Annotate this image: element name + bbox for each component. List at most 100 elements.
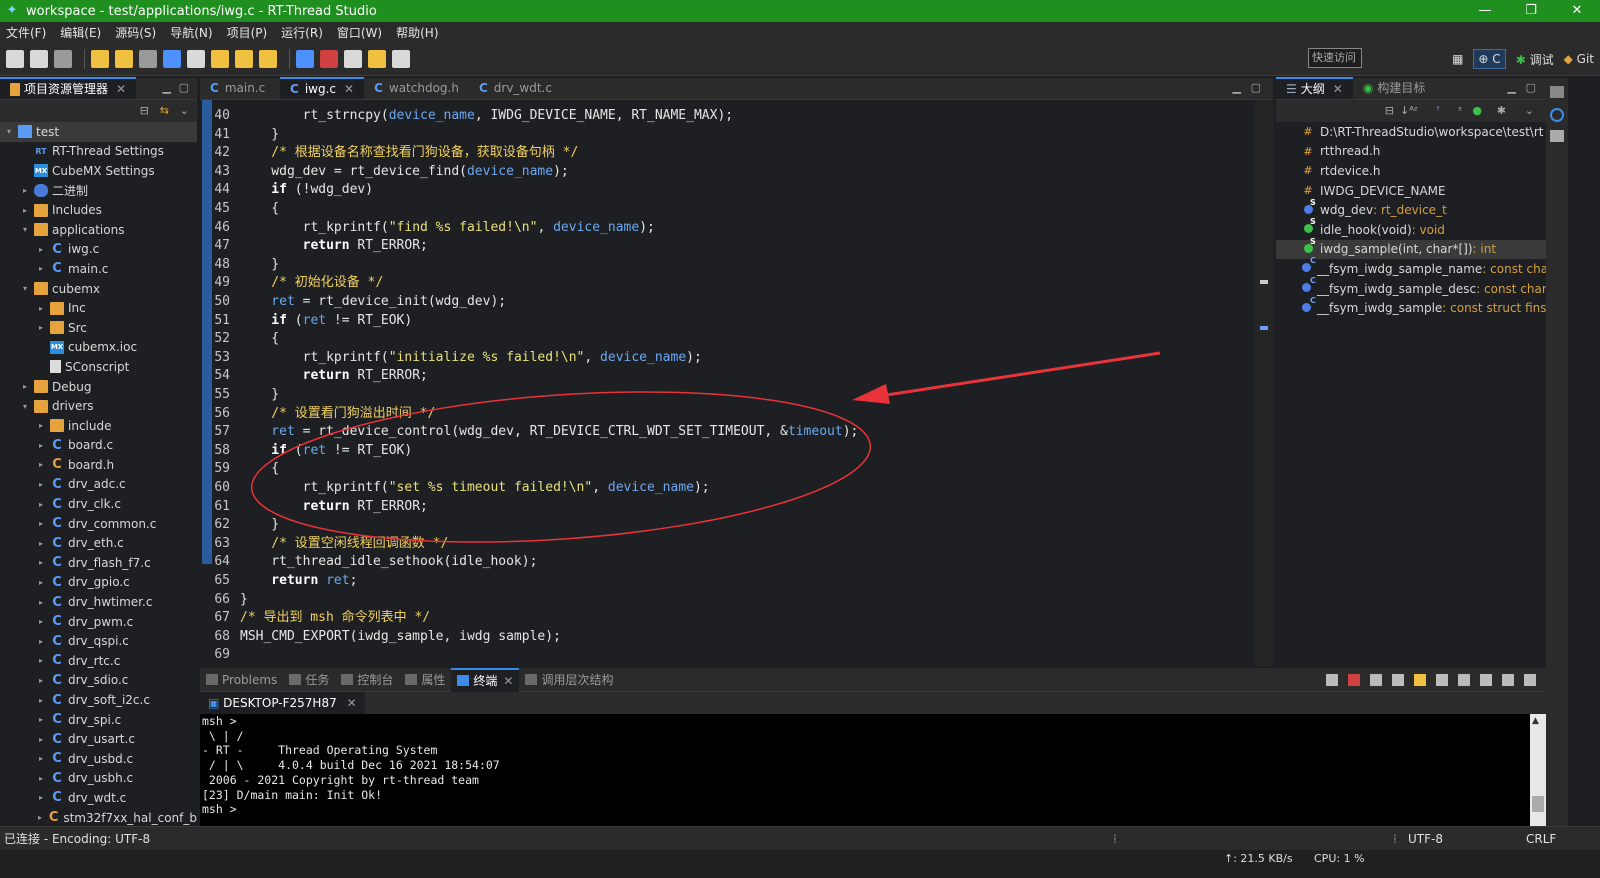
menu-item[interactable]: 文件(F) [6,24,46,41]
expanded-arrow-icon[interactable]: ▾ [20,402,30,411]
tree-item[interactable]: ▸ Cdrv_rtc.c [0,651,197,671]
collapsed-arrow-icon[interactable]: ▸ [36,539,46,548]
build-icon[interactable] [91,49,109,68]
close-icon[interactable]: ✕ [344,78,354,100]
menu-item[interactable]: 帮助(H) [396,24,438,41]
paste-icon[interactable] [1458,673,1470,686]
tree-item[interactable]: ▸ 二进制 [0,181,197,201]
collapsed-arrow-icon[interactable]: ▸ [36,793,46,802]
tree-item[interactable]: ▾ test [0,122,197,142]
close-icon[interactable]: ✕ [503,674,513,688]
menu-item[interactable]: 窗口(W) [337,24,382,41]
tree-item[interactable]: ▸ Cboard.h [0,455,197,475]
minimize-icon[interactable]: ▁ [1233,81,1241,94]
tree-item[interactable]: ▸ Cdrv_clk.c [0,494,197,514]
collapsed-arrow-icon[interactable]: ▸ [36,421,46,430]
terminal-session-tab[interactable]: ▣ DESKTOP-F257H87 ✕ [200,692,365,714]
tree-item[interactable]: ▸ Cdrv_qspi.c [0,631,197,651]
tree-item[interactable]: ▸ Cstm32f7xx_hal_conf_b [0,808,197,826]
tree-item[interactable]: ▸ Cdrv_gpio.c [0,573,197,593]
maximize-icon[interactable]: ▢ [1251,81,1261,94]
tree-item[interactable]: ▸ Ciwg.c [0,240,197,260]
collapsed-arrow-icon[interactable]: ▸ [20,186,30,195]
save-all-icon[interactable] [54,49,72,68]
help-icon[interactable] [1550,108,1564,122]
filter-icon[interactable]: ✱ [1497,104,1506,117]
close-icon[interactable]: ✕ [341,696,357,710]
collapsed-arrow-icon[interactable]: ▸ [20,382,30,391]
maximize-icon[interactable]: ▢ [1526,81,1536,94]
perspective-c[interactable]: ⊕ C [1473,49,1506,69]
collapsed-arrow-icon[interactable]: ▸ [36,598,46,607]
tree-item[interactable]: ▸ Cdrv_common.c [0,514,197,534]
settings-icon[interactable] [187,49,205,68]
terminal-output[interactable]: msh > \ | / - RT - Thread Operating Syst… [200,714,1530,826]
download-icon[interactable] [211,49,229,68]
tree-item[interactable]: SConscript [0,357,197,377]
clear-icon[interactable] [1392,673,1404,686]
bottom-tab[interactable]: 控制台 [335,668,399,692]
bottom-tab[interactable]: Problems [200,668,283,692]
editor-tab[interactable]: Cdrv_wdt.c [469,77,562,99]
view-icon[interactable] [1550,130,1564,142]
minimize-icon[interactable] [1502,673,1514,686]
forward-icon[interactable] [392,49,410,68]
view-menu-icon[interactable]: ⌄ [180,104,189,117]
tree-item[interactable]: RT RT-Thread Settings [0,142,197,162]
tree-item[interactable]: ▸ Cdrv_flash_f7.c [0,553,197,573]
outline-item[interactable]: # rtthread.h [1276,142,1546,162]
collapsed-arrow-icon[interactable]: ▸ [36,617,46,626]
tree-item[interactable]: MX CubeMX Settings [0,161,197,181]
code-area[interactable]: 40 rt_strncpy(device_name, IWDG_DEVICE_N… [200,100,1255,666]
maximize-icon[interactable]: ❐ [1508,0,1554,22]
collapsed-arrow-icon[interactable]: ▸ [36,774,46,783]
collapsed-arrow-icon[interactable]: ▸ [36,578,46,587]
new-icon[interactable] [6,49,24,68]
outline-item[interactable]: C __fsym_iwdg_sample_name : const cha [1276,256,1546,279]
minimize-icon[interactable]: ▁ [1508,81,1516,94]
hide-nonpublic-icon[interactable]: ● [1472,104,1482,117]
expanded-arrow-icon[interactable]: ▾ [20,284,30,293]
tree-item[interactable]: ▸ Inc [0,298,197,318]
sort-az-icon[interactable]: ↓ᴬᶻ [1400,104,1418,117]
collapsed-arrow-icon[interactable]: ▸ [36,676,46,685]
collapsed-arrow-icon[interactable]: ▸ [20,206,30,215]
line-ending[interactable]: CRLF [1526,832,1556,846]
bottom-tab[interactable]: 任务 [283,668,335,692]
tree-item[interactable]: ▾ applications [0,220,197,240]
collapsed-arrow-icon[interactable]: ▸ [36,696,46,705]
collapsed-arrow-icon[interactable]: ▸ [36,656,46,665]
terminal-scrollbar[interactable]: ▲ [1530,714,1546,826]
tree-item[interactable]: ▸ Cdrv_usbd.c [0,749,197,769]
bottom-tab[interactable]: 终端 ✕ [451,667,520,692]
tree-item[interactable]: ▸ Cboard.c [0,436,197,456]
hide-static-icon[interactable]: ˢ [1458,104,1462,117]
outline-item[interactable]: C __fsym_iwdg_sample_desc : const char [1276,276,1546,299]
rebuild-icon[interactable] [115,49,133,68]
collapsed-arrow-icon[interactable]: ▸ [36,323,46,332]
bottom-tab[interactable]: 属性 [399,668,451,692]
tree-item[interactable]: ▸ Cdrv_wdt.c [0,788,197,808]
collapsed-arrow-icon[interactable]: ▸ [36,735,46,744]
tree-item[interactable]: ▸ Cdrv_usart.c [0,729,197,749]
tree-item[interactable]: ▸ Debug [0,377,197,397]
tab-build-targets[interactable]: ◉ 构建目标 [1353,77,1436,99]
outline-item[interactable]: Sidle_hook(void) : void [1276,217,1546,240]
menu-item[interactable]: 项目(P) [227,24,268,41]
expanded-arrow-icon[interactable]: ▾ [20,225,30,234]
hide-fields-icon[interactable]: ᶠ [1437,104,1440,117]
open-perspective-icon[interactable]: ▦ [1452,52,1463,66]
restore-icon[interactable] [1550,86,1564,98]
expanded-arrow-icon[interactable]: ▾ [4,127,14,136]
disconnect-icon[interactable] [1348,673,1360,686]
maximize-icon[interactable]: ▢ [179,81,189,94]
menu-item[interactable]: 运行(R) [281,24,323,41]
tree-item[interactable]: ▸ Src [0,318,197,338]
save-icon[interactable] [30,49,48,68]
outline-item[interactable]: Siwdg_sample(int, char*[]) : int [1276,237,1546,260]
collapsed-arrow-icon[interactable]: ▸ [36,441,46,450]
split-icon[interactable] [1370,673,1382,686]
close-icon[interactable]: ✕ [116,78,126,100]
menu-item[interactable]: 编辑(E) [60,24,101,41]
search-icon[interactable] [259,49,277,68]
